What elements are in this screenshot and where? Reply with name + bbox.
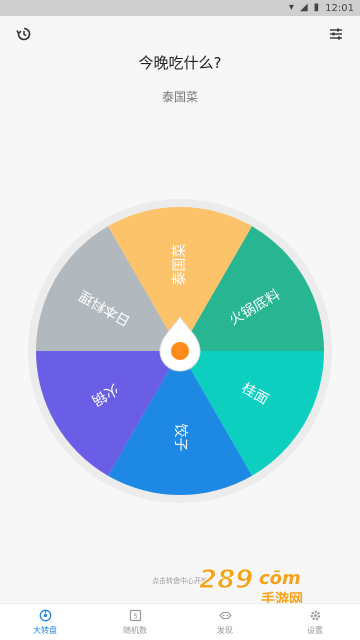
wifi-icon: ▾ [288, 2, 294, 13]
nav-discover-label: 发现 [217, 625, 233, 635]
signal-icon: ◢ [299, 2, 308, 13]
spin-center-button[interactable] [171, 342, 189, 360]
settings-sliders-icon [330, 28, 342, 40]
battery-icon: ▮ [313, 2, 320, 13]
status-time: 12:01 [325, 2, 354, 14]
nav-settings-label: 设置 [307, 625, 323, 635]
settings-button[interactable] [324, 22, 348, 46]
wheel-segment-label: 泰国菜 [172, 244, 188, 286]
bottom-nav: 大转盘 5 随机数 发现 设置 [0, 603, 360, 640]
history-button[interactable] [12, 22, 36, 46]
nav-random-label: 随机数 [123, 625, 147, 635]
nav-discover[interactable]: 发现 [185, 609, 265, 636]
spin-wheel[interactable]: 泰国菜 火锅底料 桂面 饺子 火锅 日本料理 [24, 195, 336, 507]
status-bar: ▾ ◢ ▮ 12:01 [0, 0, 360, 16]
wheel-segment-label: 饺子 [172, 423, 188, 451]
nav-wheel[interactable]: 大转盘 [5, 609, 85, 636]
history-icon [16, 27, 31, 41]
wheel-icon [38, 609, 52, 623]
svg-text:5: 5 [133, 613, 137, 621]
gamepad-icon [218, 609, 232, 623]
dice-icon: 5 [128, 609, 142, 623]
spin-hint: 点击转盘中心开始 [152, 577, 208, 585]
nav-wheel-label: 大转盘 [33, 625, 57, 635]
wheel-graphic[interactable]: 泰国菜火锅底料桂面饺子火锅日本料理 [24, 195, 336, 507]
gear-icon [308, 609, 322, 623]
spin-result: 泰国菜 [161, 90, 198, 104]
page-title: 今晚吃什么? [138, 54, 222, 72]
nav-random[interactable]: 5 随机数 [95, 609, 175, 636]
nav-settings[interactable]: 设置 [275, 609, 355, 636]
